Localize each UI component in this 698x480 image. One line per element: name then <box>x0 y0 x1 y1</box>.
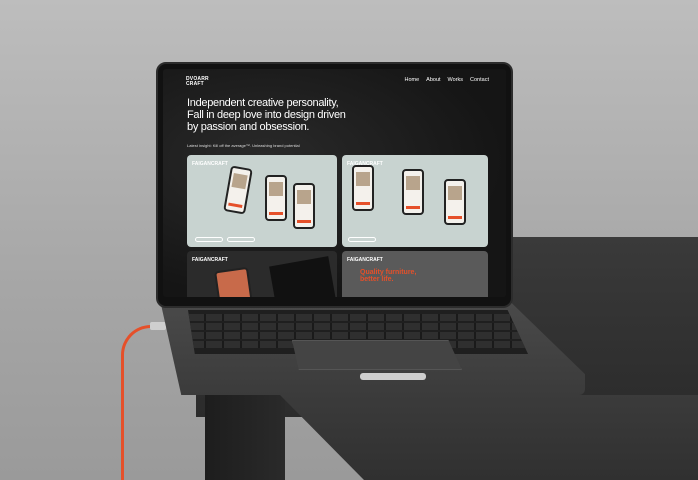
card-label: FAIGANCRAFT <box>347 257 383 263</box>
card-pill <box>195 237 223 242</box>
hero-tagline: Latest insight: Kill off the average™. U… <box>187 143 300 148</box>
card-pill <box>348 237 376 242</box>
project-card[interactable]: FAIGANCRAFT Quality furniture, better li… <box>342 251 488 297</box>
nav-item-contact[interactable]: Contact <box>470 77 489 83</box>
nav-item-works[interactable]: Works <box>448 77 463 83</box>
hero-heading: Independent creative personality, Fall i… <box>187 97 346 133</box>
nav-item-home[interactable]: Home <box>405 77 420 83</box>
project-card[interactable]: FAIGANCRAFT <box>187 251 337 297</box>
project-card[interactable]: FAIGANCRAFT <box>187 155 337 247</box>
laptop-lip <box>360 373 426 380</box>
desk-front <box>205 380 285 480</box>
charging-cable <box>121 325 161 480</box>
card-label: FAIGANCRAFT <box>192 257 228 263</box>
desk-floor <box>280 395 698 480</box>
laptop-screen: DVOARR CRAFT Home About Works Contact In… <box>163 69 506 297</box>
nav-item-about[interactable]: About <box>426 77 440 83</box>
scene: DVOARR CRAFT Home About Works Contact In… <box>0 0 698 480</box>
card-label: FAIGANCRAFT <box>192 161 228 167</box>
nav-menu: Home About Works Contact <box>405 77 490 83</box>
site-logo[interactable]: DVOARR CRAFT <box>186 77 209 87</box>
card-headline: Quality furniture, better life. <box>360 269 417 283</box>
cable-plug <box>150 322 166 330</box>
project-card[interactable]: FAIGANCRAFT <box>342 155 488 247</box>
site-nav: DVOARR CRAFT Home About Works Contact <box>163 69 506 93</box>
card-pill <box>227 237 255 242</box>
trackpad[interactable] <box>292 340 462 370</box>
